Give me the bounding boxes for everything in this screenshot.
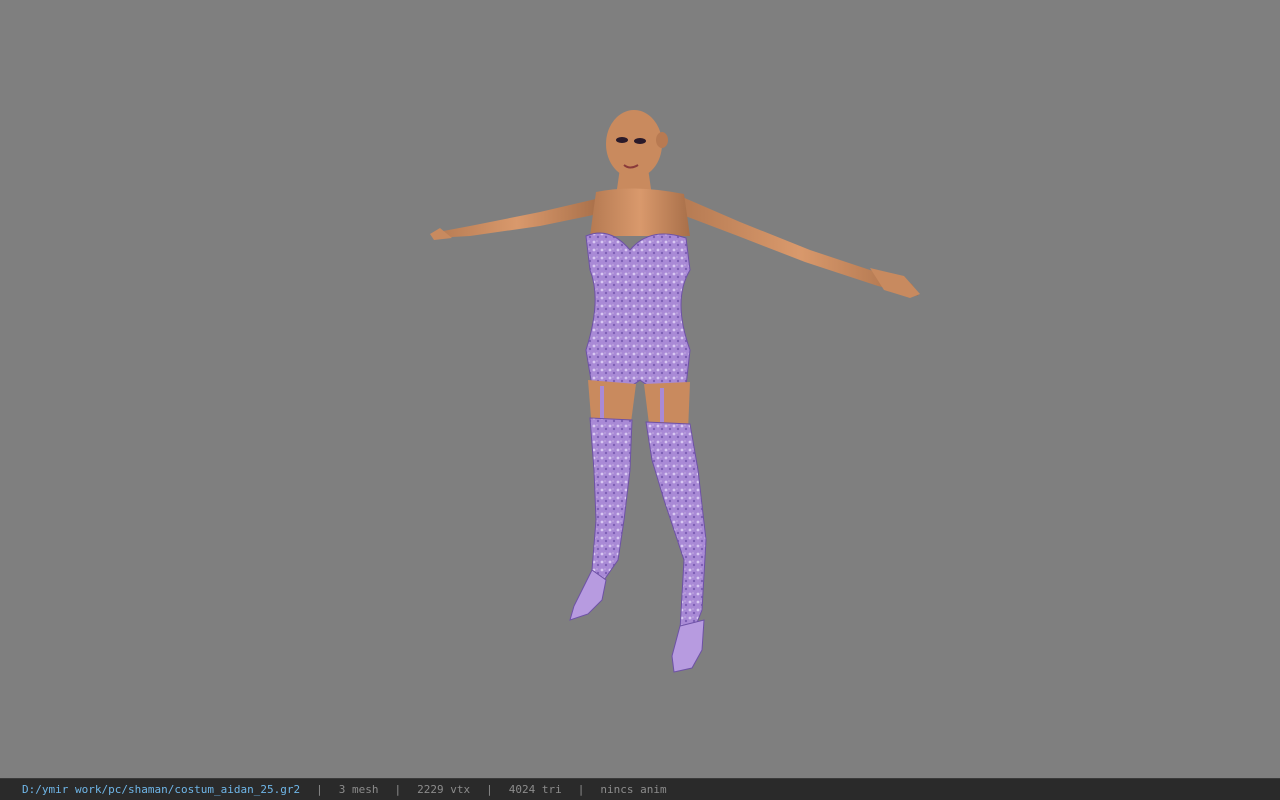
left-stocking xyxy=(589,417,633,581)
right-shoe xyxy=(671,619,705,673)
separator: | xyxy=(316,783,323,796)
bodysuit xyxy=(585,232,691,391)
left-shoe xyxy=(569,569,607,621)
mesh-count: 3 mesh xyxy=(338,783,379,796)
shoulders xyxy=(590,188,690,236)
separator: | xyxy=(577,783,585,796)
separator: | xyxy=(394,783,402,796)
right-stocking xyxy=(645,421,707,641)
status-bar: D:/ymir work/pc/shaman/costum_aidan_25.g… xyxy=(0,778,1280,800)
character-model xyxy=(430,110,920,673)
vertex-count: 2229 vtx xyxy=(417,783,471,796)
file-path: D:/ymir work/pc/shaman/costum_aidan_25.g… xyxy=(22,783,301,796)
3d-viewport[interactable] xyxy=(0,0,1280,778)
anim-status: nincs anim xyxy=(600,783,667,796)
ear xyxy=(656,132,668,148)
separator: | xyxy=(486,783,493,796)
left-arm xyxy=(434,198,600,238)
triangle-count: 4024 tri xyxy=(508,783,562,796)
